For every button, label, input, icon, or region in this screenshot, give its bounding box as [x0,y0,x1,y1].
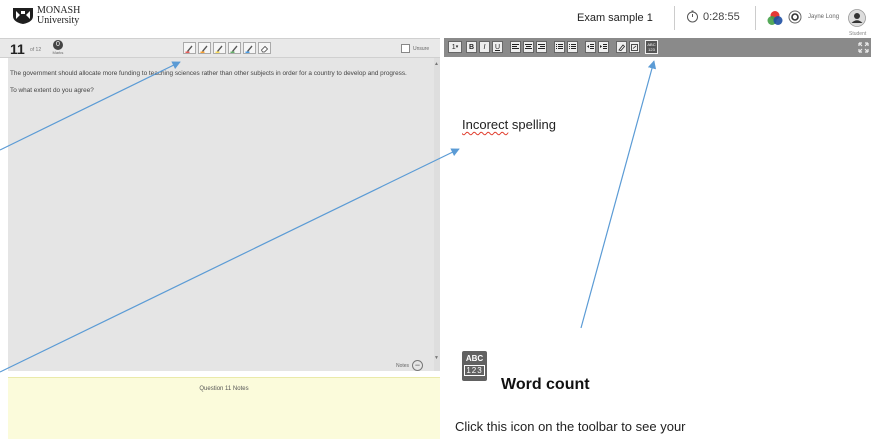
highlighter-button[interactable] [183,42,196,54]
clear-format-button[interactable] [616,41,627,53]
numbered-list-icon [556,44,563,49]
align-left-icon [512,44,519,49]
highlighter-button[interactable] [243,42,256,54]
font-size-dropdown[interactable]: 1 ▾ [448,41,462,53]
misspelled-word[interactable]: Incorect [462,117,508,132]
eraser-icon [261,45,269,52]
header-divider [674,6,675,30]
scroll-up-arrow-icon[interactable]: ▲ [434,61,439,67]
highlighter-pen-icon [245,45,253,53]
question-text: The government should allocate more fund… [8,68,428,102]
notes-toggle-label: Notes [396,362,410,369]
highlighter-pen-icon [200,45,208,53]
marks-badge: 0 Marks [50,40,66,57]
header-divider [755,6,756,30]
user-avatar-icon[interactable] [848,9,866,27]
highlighter-pen-icon [185,45,193,53]
highlighter-button[interactable] [228,42,241,54]
unsure-toggle[interactable]: Unsure [401,44,429,53]
word-count-large-icon: ABC 123 [462,351,487,381]
user-role: Student [849,31,867,37]
numbered-list-button[interactable] [554,41,565,53]
marks-label: Marks [52,50,64,55]
indent-button[interactable] [598,41,609,53]
settings-icon[interactable] [788,10,802,24]
arrow-to-word-count-button [580,60,657,329]
question-of-total: of 12 [30,47,42,53]
marks-value: 0 [53,40,63,50]
answer-rest-text: spelling [508,117,556,132]
logo-line-2: University [37,15,80,26]
exam-timer[interactable]: 0:28:55 [686,10,740,23]
highlighter-button[interactable] [198,42,211,54]
highlighter-toolbar [183,42,273,54]
bullet-list-icon [569,44,576,49]
editor-toolbar: 1 ▾ B I U ABC 123 [444,38,871,57]
align-right-button[interactable] [536,41,547,53]
word-count-title: Word count [501,376,590,393]
scroll-down-arrow-icon[interactable]: ▼ [434,355,439,361]
unsure-checkbox[interactable] [401,44,410,53]
question-toolbar: 11 of 12 0 Marks Unsure [0,38,440,58]
question-pane: The government should allocate more fund… [8,58,440,371]
university-logo: MONASH University [12,6,80,26]
user-name[interactable]: Jayne Long [808,14,839,20]
indent-icon [600,44,607,49]
align-left-button[interactable] [510,41,521,53]
notes-pane[interactable]: Question 11 Notes [8,377,440,439]
question-paragraph: To what extent do you agree? [10,87,94,94]
expand-editor-button[interactable] [857,41,869,53]
app-header: MONASH University Exam sample 1 0:28:55 … [0,0,871,38]
expand-icon [857,41,869,53]
shield-logo-icon [13,8,33,24]
answer-editor-text[interactable]: Incorect spelling [462,117,556,132]
unsure-label: Unsure [413,45,430,52]
question-scrollbar[interactable]: ▲ ▼ [434,58,440,371]
eraser-button[interactable] [258,42,271,54]
outdent-icon [587,44,594,49]
notes-title: Question 11 Notes [199,386,249,392]
notes-toggle[interactable]: Notes − [396,360,424,371]
special-chars-button[interactable] [629,41,640,53]
special-characters-icon [631,43,638,51]
word-count-description: Click this icon on the toolbar to see yo… [455,419,686,434]
align-center-icon [525,44,532,49]
exam-title: Exam sample 1 [577,12,653,24]
align-center-button[interactable] [523,41,534,53]
bold-button[interactable]: B [466,41,477,53]
stopwatch-icon [687,10,698,23]
bullet-list-button[interactable] [567,41,578,53]
outdent-button[interactable] [585,41,596,53]
highlighter-pen-icon [230,45,238,53]
question-number: 11 [10,41,25,57]
highlighter-pen-icon [215,45,223,53]
clear-format-icon [618,43,625,51]
exam-app: MONASH University Exam sample 1 0:28:55 … [0,0,871,439]
italic-button[interactable]: I [479,41,490,53]
collapse-notes-icon[interactable]: − [412,360,424,371]
highlighter-button[interactable] [213,42,226,54]
color-scheme-icon[interactable] [767,10,783,26]
word-count-button[interactable]: ABC 123 [645,40,658,54]
question-paragraph: The government should allocate more fund… [10,70,407,77]
align-right-icon [538,44,545,49]
underline-button[interactable]: U [492,41,503,53]
timer-value: 0:28:55 [703,10,740,23]
